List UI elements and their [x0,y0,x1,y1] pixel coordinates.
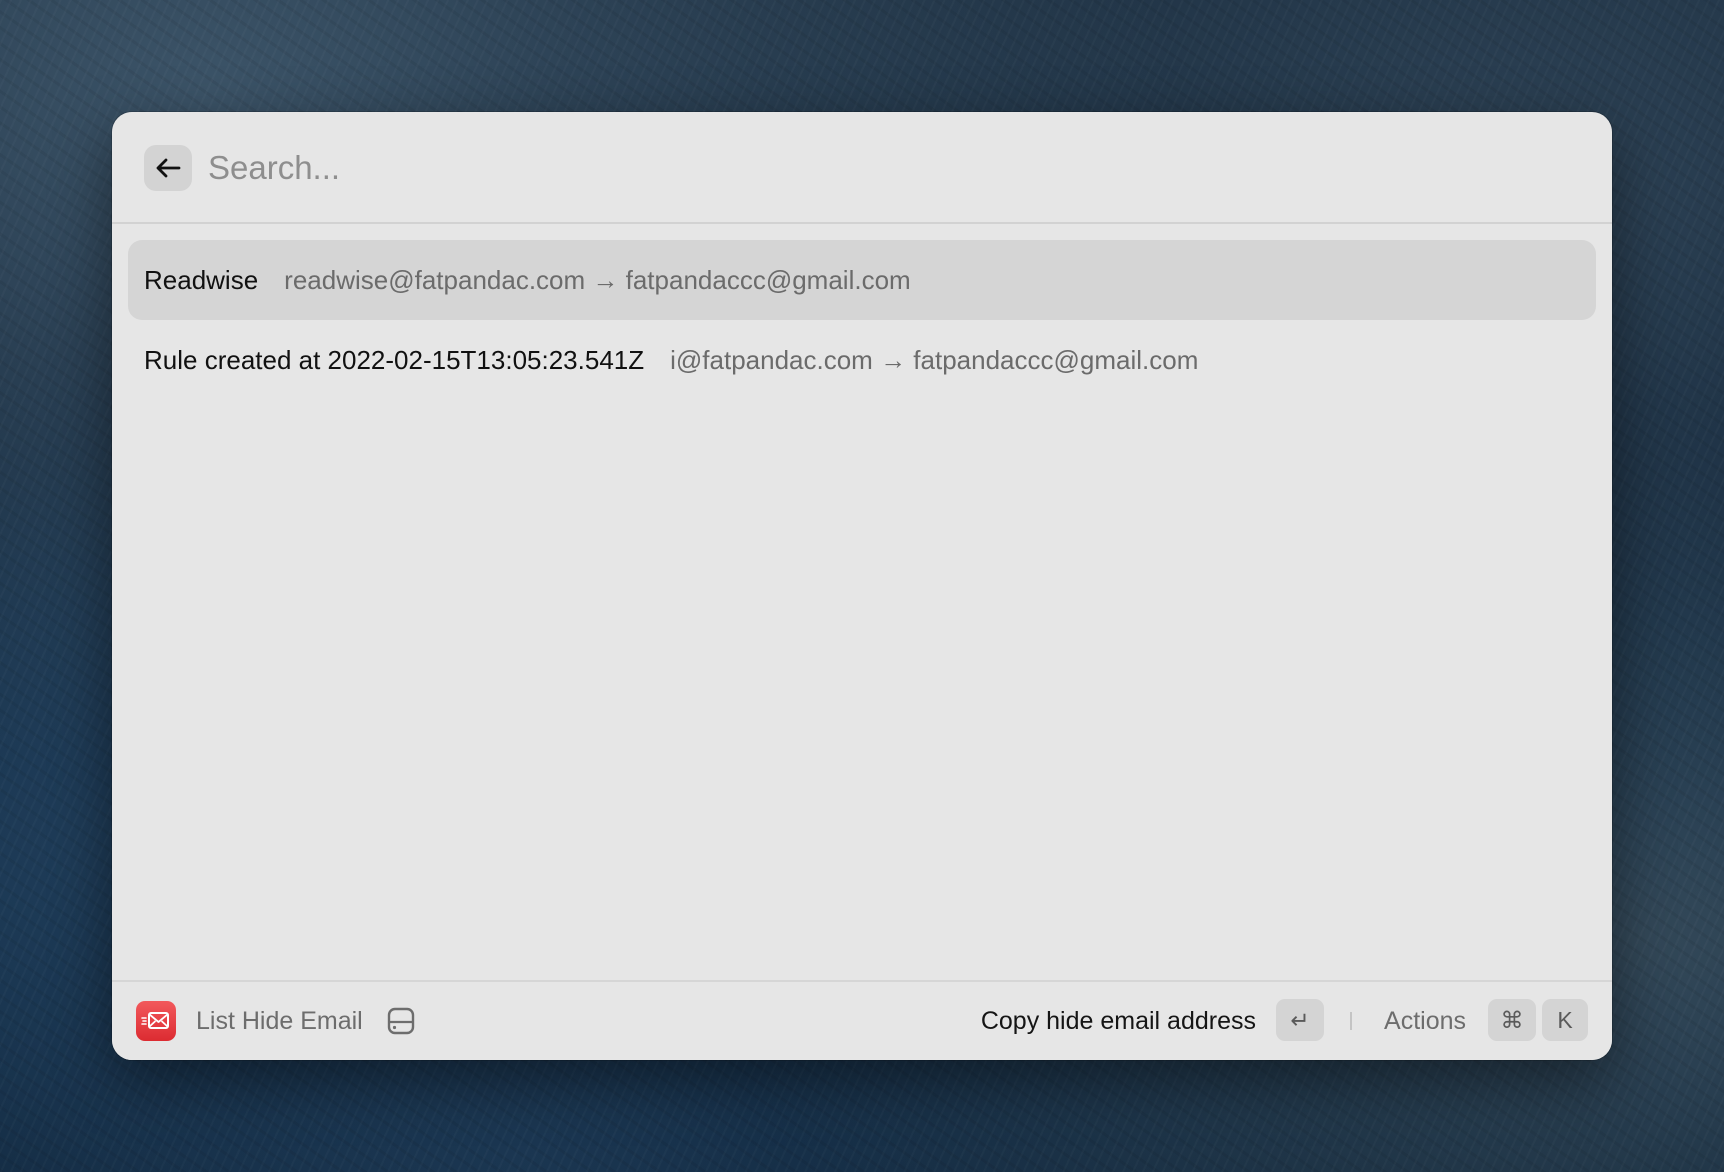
action-bar: List Hide Email Copy hide email address … [112,980,1612,1060]
command-title: List Hide Email [196,1007,363,1035]
list-item[interactable]: Rule created at 2022-02-15T13:05:23.541Z… [128,320,1596,400]
enter-key-hint: ↵ [1276,999,1324,1041]
drive-icon [387,1007,415,1035]
search-bar [112,112,1612,224]
back-button[interactable] [144,145,192,191]
search-input[interactable] [208,140,1568,196]
k-key-hint: K [1542,999,1588,1041]
list-item[interactable]: Readwise readwise@fatpandac.com → fatpan… [128,240,1596,320]
divider [1350,1012,1352,1030]
list-item-subtitle: readwise@fatpandac.com → fatpandaccc@gma… [284,264,911,295]
launcher-window: Readwise readwise@fatpandac.com → fatpan… [112,112,1612,1060]
mail-forward-icon [136,1001,176,1041]
list-item-title: Rule created at 2022-02-15T13:05:23.541Z [144,344,645,375]
list-item-title: Readwise [144,264,259,295]
copy-address-action[interactable]: Copy hide email address [981,982,1256,1060]
actions-button[interactable]: Actions [1384,982,1466,1060]
command-key-hint: ⌘ [1488,999,1536,1041]
list-item-subtitle: i@fatpandac.com → fatpandaccc@gmail.com [670,344,1199,375]
arrow-left-icon [156,158,181,178]
email-rule-list: Readwise readwise@fatpandac.com → fatpan… [128,240,1596,400]
